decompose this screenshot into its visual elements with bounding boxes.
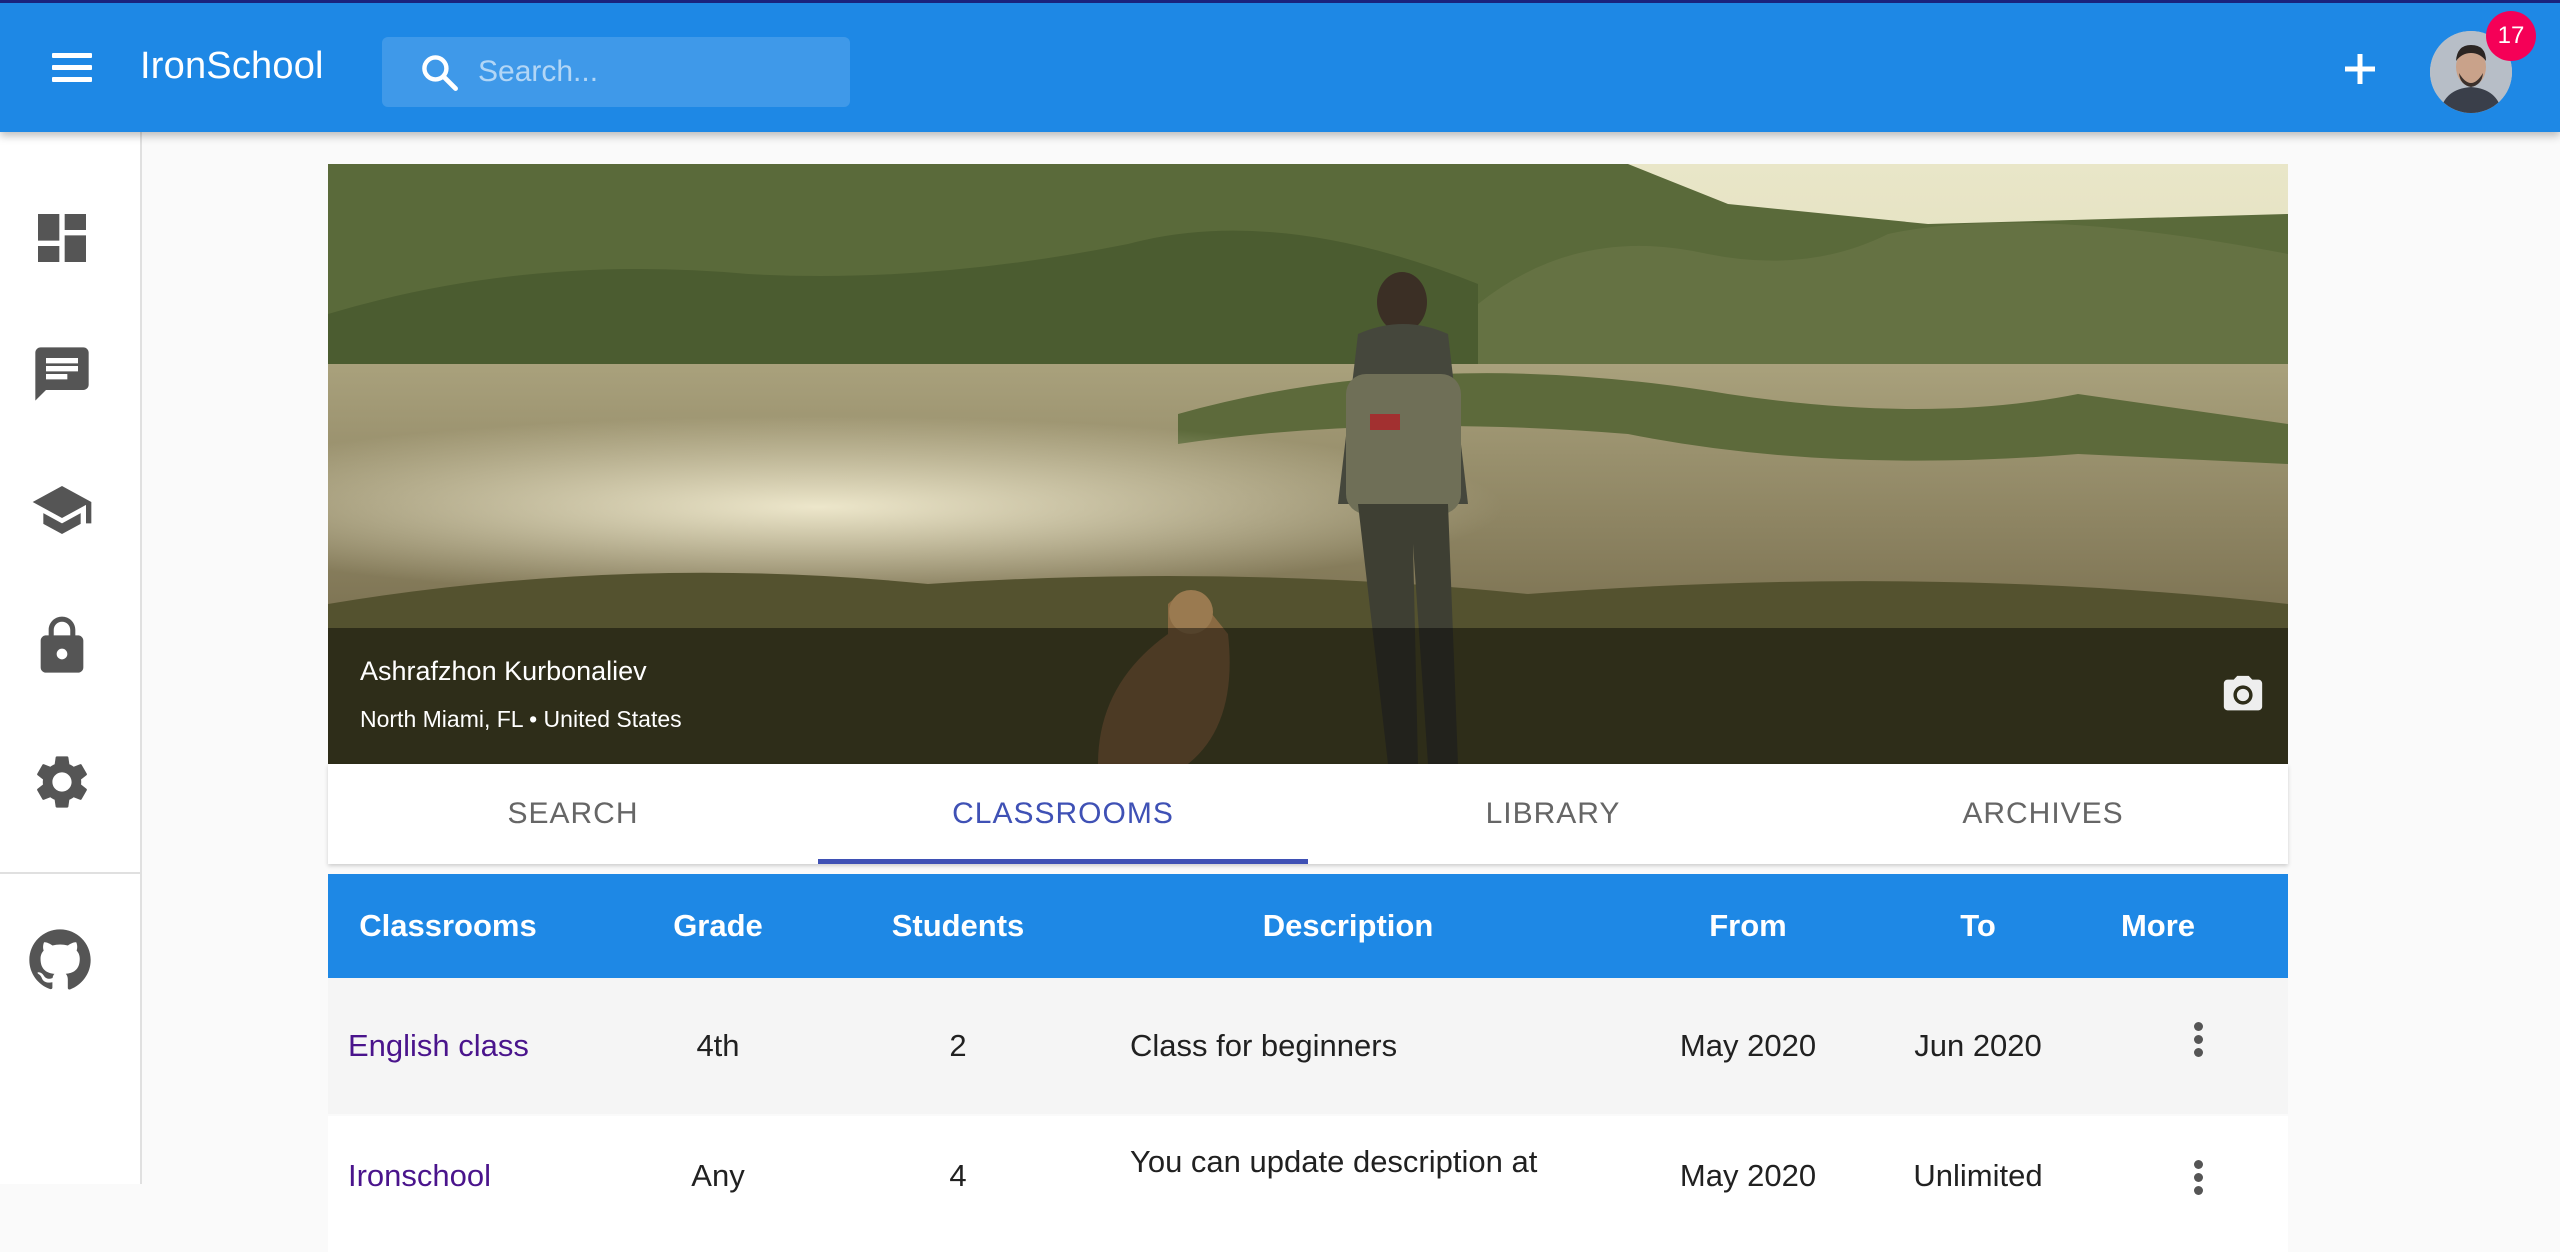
header-students[interactable]: Students bbox=[868, 874, 1048, 978]
profile-tabs: SEARCH CLASSROOMS LIBRARY ARCHIVES bbox=[328, 764, 2288, 864]
tab-archives[interactable]: ARCHIVES bbox=[1798, 764, 2288, 864]
to-cell: Unlimited bbox=[1913, 1158, 2043, 1193]
profile-name: Ashrafzhon Kurbonaliev bbox=[360, 656, 647, 686]
table-row: Ironschool Any 4 You can update descript… bbox=[328, 1116, 2288, 1252]
tab-library[interactable]: LIBRARY bbox=[1308, 764, 1798, 864]
lock-icon[interactable] bbox=[30, 614, 94, 678]
more-vert-icon[interactable] bbox=[2178, 1018, 2218, 1078]
header-to[interactable]: To bbox=[1908, 874, 2048, 978]
grade-cell: Any bbox=[691, 1158, 745, 1193]
header-more: More bbox=[2120, 908, 2196, 943]
from-cell: May 2020 bbox=[1679, 1028, 1817, 1063]
search-box[interactable] bbox=[382, 37, 850, 107]
table-row: English class 4th 2 Class for beginners … bbox=[328, 978, 2288, 1114]
top-app-bar: IronSchool 17 bbox=[0, 0, 2560, 132]
cover-image: Ashrafzhon Kurbonaliev North Miami, FL •… bbox=[328, 164, 2288, 764]
camera-icon[interactable] bbox=[2218, 672, 2268, 718]
tab-classrooms[interactable]: CLASSROOMS bbox=[818, 764, 1308, 864]
classroom-link[interactable]: Ironschool bbox=[348, 1116, 648, 1252]
to-cell: Jun 2020 bbox=[1914, 1028, 2042, 1063]
from-cell: May 2020 bbox=[1679, 1158, 1817, 1193]
tab-search[interactable]: SEARCH bbox=[328, 764, 818, 864]
students-cell: 4 bbox=[949, 1158, 967, 1193]
cover-overlay bbox=[328, 628, 2288, 764]
gear-icon[interactable] bbox=[30, 750, 94, 814]
header-grade[interactable]: Grade bbox=[658, 874, 778, 978]
grade-cell: 4th bbox=[696, 1028, 740, 1063]
main-content: Ashrafzhon Kurbonaliev North Miami, FL •… bbox=[328, 164, 2288, 1252]
school-icon[interactable] bbox=[30, 478, 94, 542]
students-cell: 2 bbox=[949, 1028, 967, 1063]
drawer-divider bbox=[0, 872, 140, 874]
header-description[interactable]: Description bbox=[1178, 874, 1518, 978]
profile-location: North Miami, FL • United States bbox=[360, 706, 682, 732]
table-header: Classrooms Grade Students Description Fr… bbox=[328, 874, 2288, 978]
description-cell: Class for beginners bbox=[1130, 1028, 1398, 1063]
chat-icon[interactable] bbox=[30, 342, 94, 406]
search-input[interactable] bbox=[478, 37, 838, 107]
notification-badge[interactable]: 17 bbox=[2486, 11, 2536, 61]
header-from[interactable]: From bbox=[1658, 874, 1838, 978]
app-title: IronSchool bbox=[140, 45, 324, 87]
dashboard-icon[interactable] bbox=[30, 206, 94, 270]
description-cell: You can update description at bbox=[1130, 1144, 1538, 1179]
search-icon bbox=[422, 55, 458, 91]
add-icon[interactable] bbox=[2340, 49, 2380, 89]
side-drawer bbox=[0, 132, 142, 1184]
menu-icon[interactable] bbox=[52, 53, 92, 83]
classroom-link[interactable]: English class bbox=[348, 978, 648, 1114]
header-classrooms[interactable]: Classrooms bbox=[348, 874, 548, 978]
more-vert-icon[interactable] bbox=[2178, 1156, 2218, 1216]
github-icon[interactable] bbox=[28, 928, 92, 992]
